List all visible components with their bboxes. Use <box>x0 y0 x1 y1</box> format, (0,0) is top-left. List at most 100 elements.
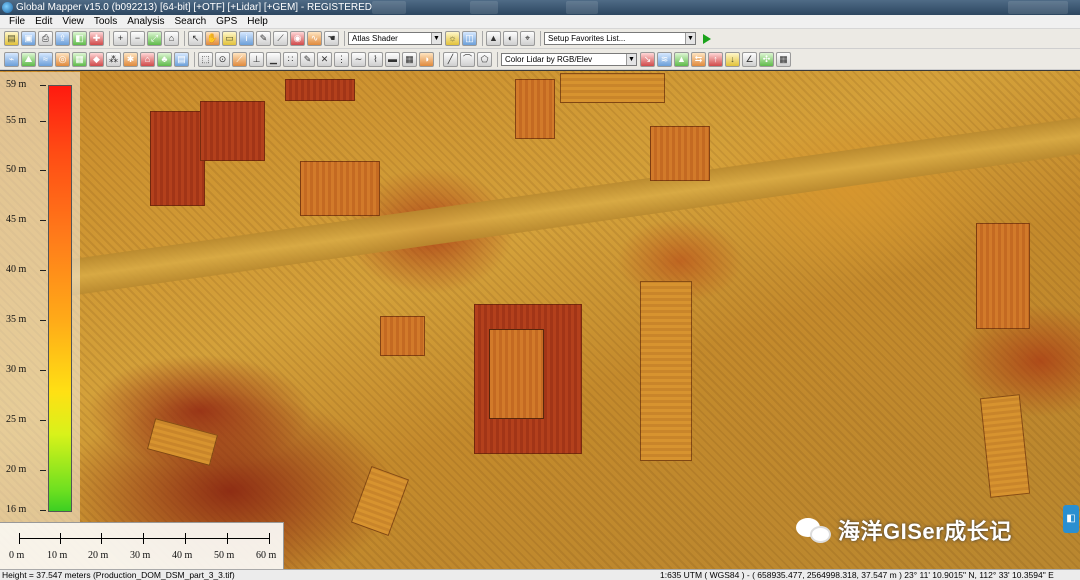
watermark-text: 海洋GISer成长记 <box>838 519 1012 544</box>
building-icon[interactable]: ⌂ <box>140 51 155 67</box>
background-window-ghost <box>470 1 498 14</box>
legend-tick: 20 m <box>6 464 47 475</box>
smooth-icon[interactable]: ∼ <box>351 51 366 67</box>
full-view-icon[interactable]: ⤢ <box>147 31 162 46</box>
lasso-icon[interactable]: ⊙ <box>215 51 230 67</box>
toolbar-separator <box>482 31 483 46</box>
measure-icon[interactable]: ▭ <box>222 31 237 46</box>
edit-points-icon[interactable]: ✎ <box>300 51 315 67</box>
terrain-tool-icon[interactable]: ⛰ <box>21 51 36 67</box>
layer-transparency-icon[interactable]: ◫ <box>462 31 477 46</box>
color-height-icon[interactable]: ↑ <box>708 51 723 67</box>
menu-edit[interactable]: Edit <box>30 15 57 29</box>
play-icon[interactable] <box>703 33 711 44</box>
line-draw-icon[interactable]: ∿ <box>307 31 322 46</box>
grid-icon[interactable]: ▦ <box>72 51 87 67</box>
select-points-icon[interactable]: ⬚ <box>198 51 213 67</box>
save-icon[interactable]: ▣ <box>21 31 36 46</box>
info-icon[interactable]: i <box>239 31 254 46</box>
color-elevation-icon[interactable]: ↘ <box>640 51 655 67</box>
overlay-icon[interactable]: ◧ <box>72 31 87 46</box>
pan-icon[interactable]: ✋ <box>205 31 220 46</box>
legend-tick: 59 m <box>6 79 47 90</box>
delete-points-icon[interactable]: ✕ <box>317 51 332 67</box>
scale-tick <box>143 533 144 544</box>
building-roof <box>640 281 692 461</box>
menu-gps[interactable]: GPS <box>211 15 242 29</box>
corner-badge-icon: ◧ <box>1063 505 1079 533</box>
watershed-icon[interactable]: ≈ <box>38 51 53 67</box>
curve-tool-icon[interactable]: ⌒ <box>460 51 475 67</box>
tree-icon[interactable]: ♣ <box>157 51 172 67</box>
building-roof <box>515 79 555 139</box>
control-center-icon[interactable]: ✚ <box>89 31 104 46</box>
color-class-icon[interactable]: ▲ <box>674 51 689 67</box>
ground-icon[interactable]: ▁ <box>266 51 281 67</box>
menu-help[interactable]: Help <box>242 15 273 29</box>
cross-section-icon[interactable]: ⊥ <box>249 51 264 67</box>
zoom-out-icon[interactable]: − <box>130 31 145 46</box>
shader-select[interactable]: Atlas Shader ▼ <box>348 32 442 45</box>
profile-icon[interactable]: ⟋ <box>232 51 247 67</box>
path-profile-icon[interactable]: ⟋ <box>273 31 288 46</box>
contour-icon[interactable]: ◎ <box>55 51 70 67</box>
status-coordinates: 1:635 UTM ( WGS84 ) - ( 658935.477, 2564… <box>660 570 1054 580</box>
building-roof <box>976 223 1030 329</box>
menu-search[interactable]: Search <box>169 15 211 29</box>
export-icon[interactable]: ⇪ <box>55 31 70 46</box>
configure-shader-icon[interactable]: ☼ <box>445 31 460 46</box>
home-icon[interactable]: ⌂ <box>164 31 179 46</box>
thin-icon[interactable]: ⋮ <box>334 51 349 67</box>
hillshade-icon[interactable]: ◑ <box>419 51 434 67</box>
flatten-icon[interactable]: ▬ <box>385 51 400 67</box>
background-window-ghost <box>1008 1 1068 14</box>
menu-file[interactable]: File <box>4 15 30 29</box>
title-bar: Global Mapper v15.0 (b092213) [64-bit] [… <box>0 0 1080 15</box>
favorites-select[interactable]: Setup Favorites List... ▼ <box>544 32 696 45</box>
tile-icon[interactable]: ▦ <box>402 51 417 67</box>
polygon-tool-icon[interactable]: ⬠ <box>477 51 492 67</box>
building-roof <box>350 465 410 537</box>
color-point-source-icon[interactable]: ↓ <box>725 51 740 67</box>
color-grid-icon[interactable]: ▦ <box>776 51 791 67</box>
elevation-color-ramp <box>48 85 72 512</box>
line-tool-icon[interactable]: ╱ <box>443 51 458 67</box>
lidar-color-select[interactable]: Color Lidar by RGB/Elev ▼ <box>501 52 637 66</box>
scale-label: 20 m <box>88 550 109 561</box>
grid-create-icon[interactable]: ▤ <box>174 51 189 67</box>
menu-tools[interactable]: Tools <box>89 15 122 29</box>
volume-icon[interactable]: ◆ <box>89 51 104 67</box>
scale-tick <box>19 533 20 544</box>
scale-tick <box>269 533 270 544</box>
window-title: Global Mapper v15.0 (b092213) [64-bit] [… <box>16 2 372 13</box>
toolbar-separator <box>439 51 440 67</box>
3d-view-icon[interactable]: ▲ <box>486 31 501 46</box>
register-icon[interactable]: ⌖ <box>520 31 535 46</box>
lidar-filter-icon[interactable]: ⌁ <box>4 51 19 67</box>
contrast-icon[interactable]: ◐ <box>503 31 518 46</box>
scale-label: 60 m <box>256 550 277 561</box>
pointer-icon[interactable]: ↖ <box>188 31 203 46</box>
point-cloud-icon[interactable]: ⁂ <box>106 51 121 67</box>
digitizer-icon[interactable]: ✎ <box>256 31 271 46</box>
classify-icon[interactable]: ✱ <box>123 51 138 67</box>
menu-view[interactable]: View <box>57 15 89 29</box>
legend-tick: 40 m <box>6 264 47 275</box>
map-view[interactable] <box>0 71 1080 569</box>
zoom-in-icon[interactable]: + <box>113 31 128 46</box>
color-rgb-icon[interactable]: ✣ <box>759 51 774 67</box>
print-icon[interactable]: ⎙ <box>38 31 53 46</box>
color-scan-angle-icon[interactable]: ∠ <box>742 51 757 67</box>
scale-tick <box>101 533 102 544</box>
legend-tick: 35 m <box>6 314 47 325</box>
building-roof <box>285 79 355 101</box>
hand-tool-icon[interactable]: ☚ <box>324 31 339 46</box>
menu-analysis[interactable]: Analysis <box>122 15 169 29</box>
color-intensity-icon[interactable]: ≋ <box>657 51 672 67</box>
noise-icon[interactable]: ∷ <box>283 51 298 67</box>
breakline-icon[interactable]: ⌇ <box>368 51 383 67</box>
open-icon[interactable]: ▤ <box>4 31 19 46</box>
color-return-icon[interactable]: ⇆ <box>691 51 706 67</box>
building-roof <box>380 316 425 356</box>
view-shed-icon[interactable]: ◉ <box>290 31 305 46</box>
